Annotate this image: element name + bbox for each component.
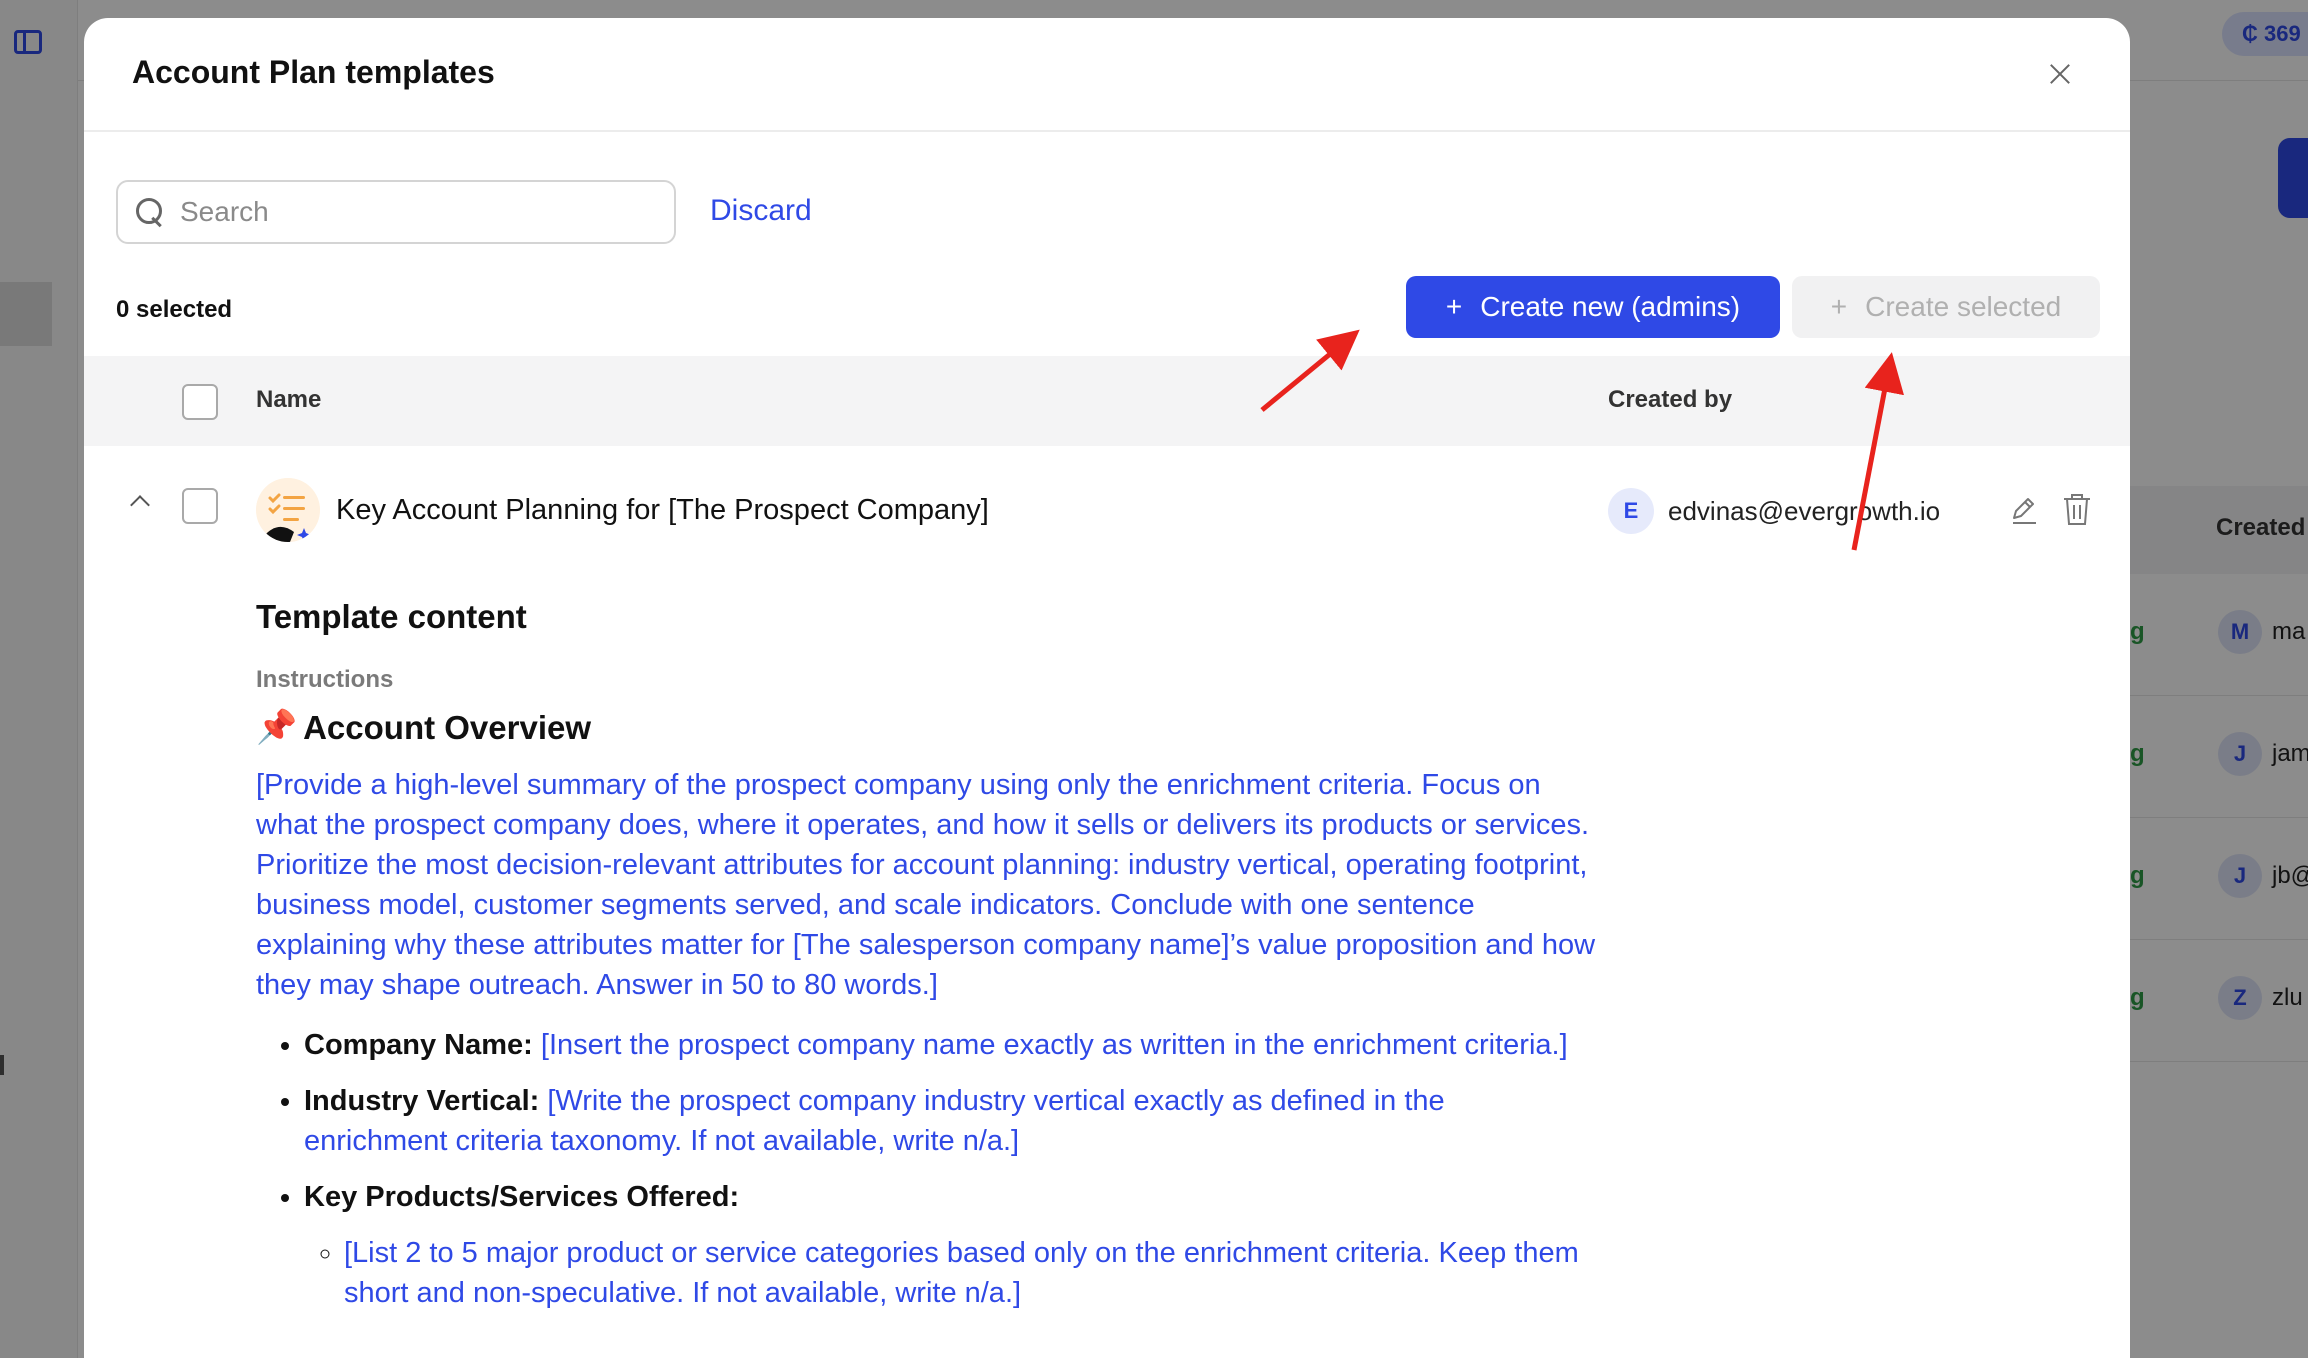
field-text: [List 2 to 5 major product or service ca…	[344, 1237, 1579, 1309]
search-box[interactable]	[116, 180, 676, 244]
list-item: Industry Vertical: [Write the prospect c…	[304, 1081, 1596, 1161]
section-title: 📌 Account Overview	[256, 708, 1676, 747]
template-name[interactable]: Key Account Planning for [The Prospect C…	[336, 494, 989, 527]
selected-count: 0 selected	[116, 296, 233, 323]
content-heading: Template content	[256, 598, 527, 635]
field-list: Company Name: [Insert the prospect compa…	[256, 1025, 1596, 1313]
plus-icon: +	[1830, 291, 1848, 322]
avatar: E	[1608, 488, 1654, 534]
creator-email: edvinas@evergrowth.io	[1668, 496, 1941, 526]
sub-list: [List 2 to 5 major product or service ca…	[304, 1233, 1596, 1313]
table-header: Name Created by	[84, 356, 2130, 446]
template-checklist-icon	[256, 478, 320, 542]
templates-modal: Account Plan templates Discard 0 selecte…	[84, 18, 2130, 1358]
field-label: Key Products/Services Offered:	[304, 1181, 740, 1213]
pushpin-icon: 📌	[256, 708, 298, 745]
list-item: Company Name: [Insert the prospect compa…	[304, 1025, 1596, 1065]
column-header-created-by[interactable]: Created by	[1608, 386, 1732, 414]
column-header-name[interactable]: Name	[256, 386, 321, 414]
discard-button[interactable]: Discard	[710, 194, 812, 228]
create-new-button[interactable]: + Create new (admins)	[1406, 276, 1780, 338]
modal-title: Account Plan templates	[132, 54, 495, 90]
field-label: Industry Vertical:	[304, 1085, 540, 1117]
select-all-checkbox[interactable]	[182, 384, 218, 420]
plus-icon: +	[1445, 291, 1463, 322]
instructions-label: Instructions	[256, 666, 394, 693]
row-checkbox[interactable]	[182, 488, 218, 524]
search-icon	[136, 198, 164, 226]
list-item: [List 2 to 5 major product or service ca…	[344, 1233, 1596, 1313]
create-selected-button[interactable]: + Create selected	[1792, 276, 2100, 338]
overview-paragraph: [Provide a high-level summary of the pro…	[256, 769, 1596, 1001]
pencil-icon[interactable]	[2008, 494, 2040, 526]
modal-header: Account Plan templates	[84, 18, 2130, 132]
field-text: [Insert the prospect company name exactl…	[540, 1029, 1568, 1061]
field-label: Company Name:	[304, 1029, 533, 1061]
section-title-text: Account Overview	[303, 708, 592, 746]
template-content: Template content Instructions 📌 Account …	[256, 598, 1676, 1329]
table-row[interactable]: Key Account Planning for [The Prospect C…	[84, 446, 2130, 566]
chevron-up-icon[interactable]	[130, 492, 150, 512]
create-selected-label: Create selected	[1865, 291, 2062, 322]
search-input[interactable]	[180, 190, 660, 234]
create-new-label: Create new (admins)	[1480, 291, 1741, 322]
close-icon[interactable]	[2046, 60, 2074, 88]
list-item: Key Products/Services Offered: [List 2 t…	[304, 1177, 1596, 1313]
trash-icon[interactable]	[2062, 492, 2092, 526]
